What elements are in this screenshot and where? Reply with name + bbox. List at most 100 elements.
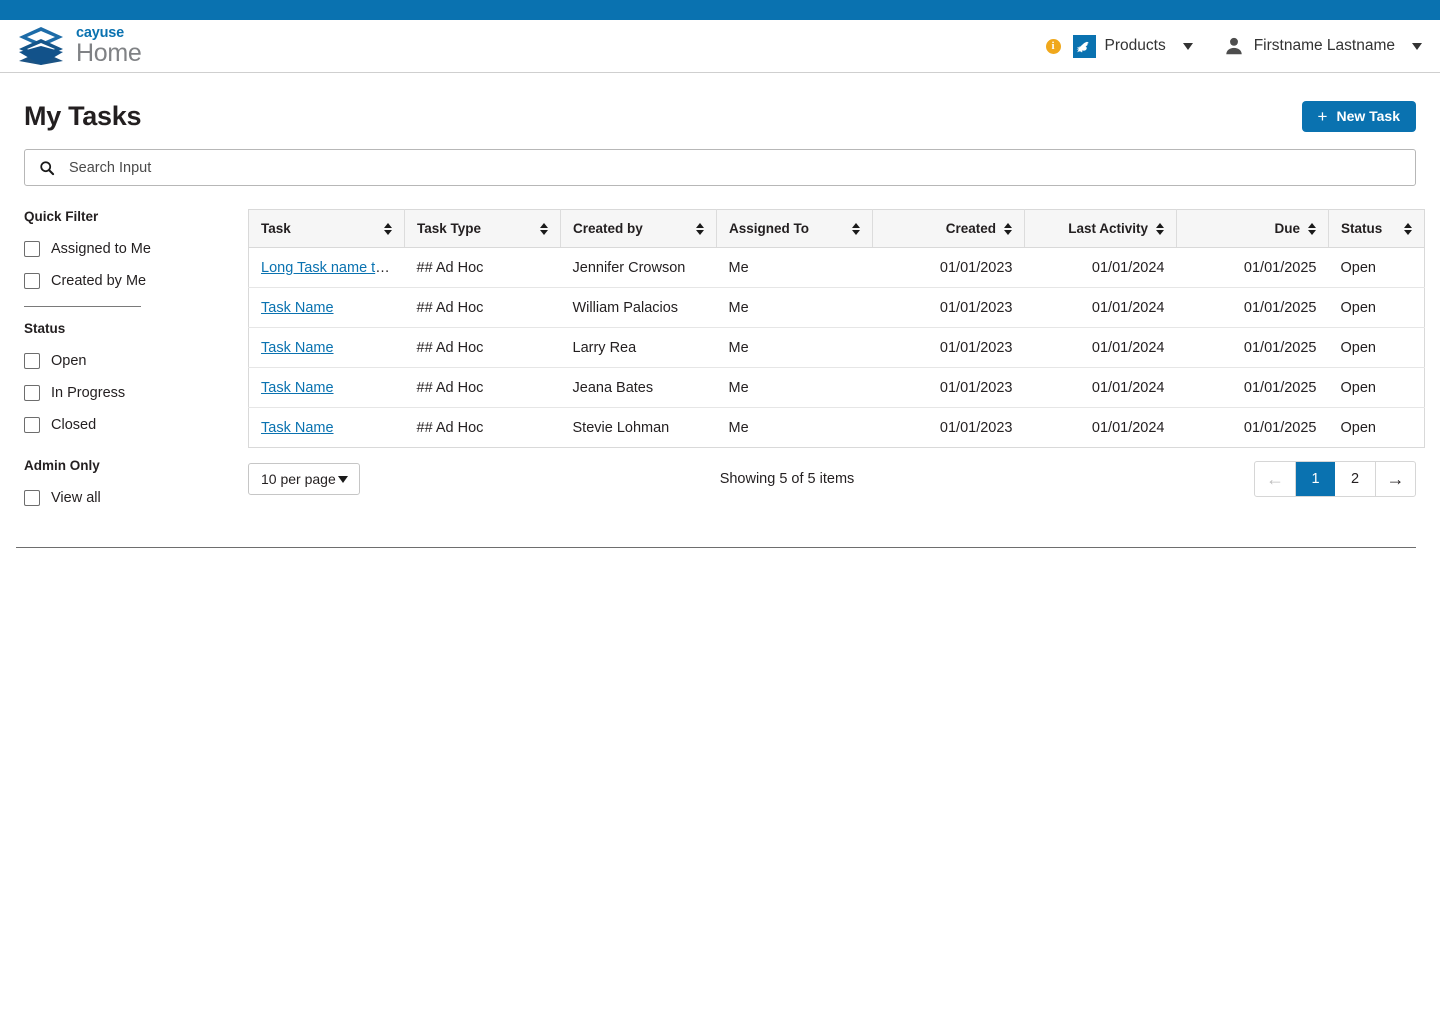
filter-status-open[interactable]: Open bbox=[24, 345, 240, 377]
cell-task: Long Task name th… bbox=[248, 247, 405, 288]
cell-last-activity: 01/01/2024 bbox=[1024, 327, 1177, 368]
new-task-label: New Task bbox=[1336, 108, 1400, 124]
tasks-table-body: Long Task name th… ## Ad Hoc Jennifer Cr… bbox=[248, 247, 1425, 448]
page-header: My Tasks + New Task bbox=[0, 87, 1440, 145]
column-label: Task Type bbox=[417, 221, 482, 236]
info-badge-icon[interactable]: i bbox=[1045, 38, 1061, 54]
brand-home-link[interactable]: cayuse Home bbox=[16, 25, 142, 67]
filter-view-all[interactable]: View all bbox=[24, 482, 240, 514]
table-row: Task Name ## Ad Hoc William Palacios Me … bbox=[248, 287, 1425, 328]
column-label: Due bbox=[1274, 221, 1300, 236]
filter-status-closed[interactable]: Closed bbox=[24, 409, 240, 441]
filter-group-title-admin-only: Admin Only bbox=[24, 458, 100, 473]
task-link[interactable]: Long Task name th… bbox=[261, 260, 398, 276]
pagination-prev-button[interactable]: ← bbox=[1255, 462, 1295, 496]
user-menu[interactable]: Firstname Lastname bbox=[1223, 35, 1422, 57]
cell-status: Open bbox=[1328, 327, 1425, 368]
chevron-down-icon bbox=[1182, 42, 1193, 50]
filter-created-by-me[interactable]: Created by Me bbox=[24, 265, 240, 297]
column-header-created-by[interactable]: Created by bbox=[560, 209, 717, 248]
checkbox-view-all[interactable] bbox=[24, 490, 40, 506]
cell-assigned-to: Me bbox=[716, 367, 873, 408]
checkbox-assigned-to-me[interactable] bbox=[24, 241, 40, 257]
column-header-task-type[interactable]: Task Type bbox=[404, 209, 561, 248]
sort-icon[interactable] bbox=[1308, 222, 1316, 235]
cell-task-type: ## Ad Hoc bbox=[416, 419, 484, 436]
sort-icon[interactable] bbox=[1004, 222, 1012, 235]
filter-label: View all bbox=[51, 490, 101, 506]
column-header-task[interactable]: Task bbox=[248, 209, 405, 248]
filter-label: Created by Me bbox=[51, 273, 147, 289]
cell-assigned-to: Me bbox=[716, 327, 873, 368]
pagination-page-1[interactable]: 1 bbox=[1295, 462, 1335, 496]
cell-due: 01/01/2025 bbox=[1176, 247, 1329, 288]
column-header-status[interactable]: Status bbox=[1328, 209, 1425, 248]
showing-count-text: Showing 5 of 5 items bbox=[719, 471, 855, 487]
pagination-page-2[interactable]: 2 bbox=[1335, 462, 1375, 496]
cell-due: 01/01/2025 bbox=[1176, 367, 1329, 408]
sort-icon[interactable] bbox=[696, 222, 704, 235]
task-link[interactable]: Task Name bbox=[261, 420, 334, 436]
cell-assigned-to: Me bbox=[716, 247, 873, 288]
task-link[interactable]: Task Name bbox=[261, 380, 334, 396]
cell-created-by: William Palacios bbox=[560, 287, 717, 328]
cell-created-by: Stevie Lohman bbox=[572, 419, 670, 436]
table-row: Long Task name th… ## Ad Hoc Jennifer Cr… bbox=[248, 247, 1425, 288]
search-box[interactable] bbox=[24, 149, 1416, 186]
products-label: Products bbox=[1104, 37, 1166, 54]
cell-status: Open bbox=[1328, 287, 1425, 328]
cell-created: 01/01/2023 bbox=[872, 327, 1025, 368]
column-header-last-activity[interactable]: Last Activity bbox=[1024, 209, 1177, 248]
masthead: cayuse Home i Products Firstname Lastnam… bbox=[0, 20, 1440, 73]
new-task-button[interactable]: + New Task bbox=[1301, 100, 1416, 132]
cell-task: Task Name bbox=[249, 408, 405, 448]
task-link[interactable]: Task Name bbox=[261, 300, 334, 316]
cell-status: Open bbox=[1340, 419, 1376, 436]
filter-group-title-status: Status bbox=[24, 321, 66, 336]
brand-wordmark: cayuse Home bbox=[76, 26, 142, 67]
search-input[interactable] bbox=[67, 158, 1401, 177]
column-label: Created by bbox=[573, 221, 643, 236]
cell-status: Open bbox=[1328, 367, 1425, 408]
checkbox-created-by-me[interactable] bbox=[24, 273, 40, 289]
checkbox-closed[interactable] bbox=[24, 417, 40, 433]
pagination: ← 1 2 → bbox=[1254, 461, 1416, 497]
pagination-next-button[interactable]: → bbox=[1375, 462, 1415, 496]
products-menu[interactable]: Products bbox=[1072, 34, 1193, 58]
sort-icon[interactable] bbox=[540, 222, 548, 235]
checkbox-open[interactable] bbox=[24, 353, 40, 369]
cell-created: 01/01/2023 bbox=[872, 287, 1025, 328]
column-label: Created bbox=[945, 221, 996, 236]
search-section bbox=[0, 149, 1440, 186]
column-header-assigned-to[interactable]: Assigned To bbox=[716, 209, 873, 248]
cell-created-by: Larry Rea bbox=[560, 327, 717, 368]
cell-due: 01/01/2025 bbox=[1176, 327, 1329, 368]
pegasus-square-icon bbox=[1072, 34, 1096, 58]
chevron-down-icon bbox=[1412, 42, 1422, 50]
sort-icon[interactable] bbox=[1156, 222, 1164, 235]
filter-group-status: Status Open In Progress Closed bbox=[24, 321, 240, 441]
filter-assigned-to-me[interactable]: Assigned to Me bbox=[24, 233, 240, 265]
column-header-due[interactable]: Due bbox=[1176, 209, 1329, 248]
cell-task: Task Name bbox=[248, 367, 405, 408]
cell-created: 01/01/2023 bbox=[872, 367, 1025, 408]
brand-product-name: Home bbox=[76, 39, 142, 68]
cell-task: Task Name bbox=[248, 287, 405, 328]
sort-icon[interactable] bbox=[1404, 222, 1412, 235]
cell-task-type: ## Ad Hoc bbox=[404, 287, 561, 328]
checkbox-in-progress[interactable] bbox=[24, 385, 40, 401]
plus-icon: + bbox=[1317, 106, 1328, 126]
cell-last-activity: 01/01/2024 bbox=[1024, 367, 1177, 408]
column-label: Status bbox=[1341, 221, 1383, 236]
column-label: Task bbox=[261, 221, 291, 236]
task-link[interactable]: Task Name bbox=[261, 340, 334, 356]
filter-label: Closed bbox=[51, 417, 97, 433]
sort-icon[interactable] bbox=[384, 222, 392, 235]
filter-status-in-progress[interactable]: In Progress bbox=[24, 377, 240, 409]
table-row: Task Name ## Ad Hoc Stevie Lohman Me 01/… bbox=[249, 408, 1425, 448]
cell-created: 01/01/2023 bbox=[872, 247, 1025, 288]
sort-icon[interactable] bbox=[852, 222, 860, 235]
filter-group-admin-only: Admin Only View all bbox=[24, 458, 240, 514]
filter-group-title-quick-filter: Quick Filter bbox=[24, 209, 99, 224]
column-header-created[interactable]: Created bbox=[872, 209, 1025, 248]
